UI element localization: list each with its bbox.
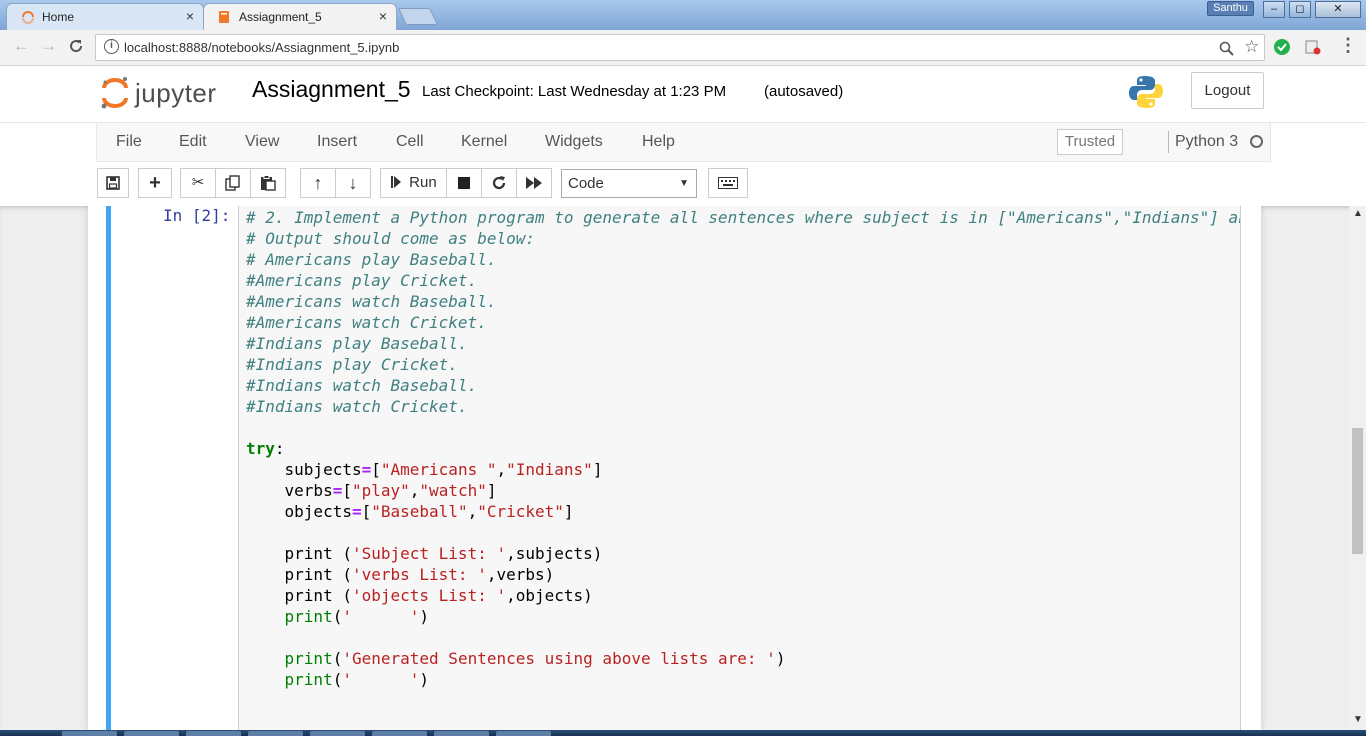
kernel-idle-indicator-icon <box>1250 135 1263 148</box>
scroll-down-icon[interactable]: ▼ <box>1353 714 1363 725</box>
arrow-up-icon: ↑ <box>313 173 323 193</box>
menu-cell[interactable]: Cell <box>396 133 424 151</box>
user-badge[interactable]: Santhu <box>1207 1 1254 16</box>
notebook-name[interactable]: Assiagnment_5 <box>252 76 411 103</box>
window-close-button[interactable]: ✕ <box>1315 1 1361 18</box>
taskbar-item[interactable] <box>186 731 241 736</box>
maximize-button[interactable]: ◻ <box>1289 1 1311 18</box>
extension-icon[interactable] <box>1305 39 1321 58</box>
os-taskbar <box>0 730 1366 736</box>
command-palette-button[interactable] <box>708 168 748 198</box>
tab-close-icon[interactable]: × <box>379 8 387 24</box>
notebook-icon <box>218 10 230 27</box>
paste-button[interactable] <box>250 168 286 198</box>
cut-button[interactable]: ✂ <box>180 168 216 198</box>
menubar: File Edit View Insert Cell Kernel Widget… <box>96 123 1271 162</box>
jupyter-header: jupyter Assiagnment_5 Last Checkpoint: L… <box>0 66 1366 122</box>
forward-icon[interactable]: → <box>40 36 57 56</box>
insert-cell-button[interactable]: + <box>138 168 172 198</box>
code-editor[interactable]: # 2. Implement a Python program to gener… <box>238 206 1241 730</box>
tab-close-icon[interactable]: × <box>186 8 194 24</box>
autosave-status: (autosaved) <box>764 83 844 100</box>
menu-kernel[interactable]: Kernel <box>461 133 507 151</box>
cell-type-select[interactable]: Code ▼ <box>561 169 697 198</box>
code-text[interactable]: # 2. Implement a Python program to gener… <box>246 207 1240 690</box>
back-icon[interactable]: ← <box>13 36 30 56</box>
keyboard-icon <box>718 176 738 193</box>
url-text[interactable]: localhost:8888/notebooks/Assiagnment_5.i… <box>124 40 399 55</box>
scissors-icon: ✂ <box>191 174 205 191</box>
taskbar-item[interactable] <box>62 731 117 736</box>
notebook-toolbar: + ✂ ↑ ↓ Run Code ▼ <box>96 167 1271 201</box>
jupyter-spinner-icon <box>21 10 35 27</box>
taskbar-item[interactable] <box>248 731 303 736</box>
scroll-up-icon[interactable]: ▲ <box>1353 208 1363 219</box>
new-tab-button[interactable] <box>398 8 438 25</box>
menu-view[interactable]: View <box>245 133 279 151</box>
info-icon[interactable]: i <box>104 39 119 54</box>
step-forward-icon <box>391 174 401 191</box>
save-button[interactable] <box>97 168 129 198</box>
taskbar-item[interactable] <box>434 731 489 736</box>
restart-icon <box>491 176 507 195</box>
tab-label: Home <box>42 10 75 24</box>
minimize-button[interactable]: – <box>1263 1 1285 18</box>
code-cell[interactable]: In [2]: # 2. Implement a Python program … <box>106 206 1245 730</box>
taskbar-item[interactable] <box>496 731 551 736</box>
copy-icon <box>225 175 241 195</box>
run-label: Run <box>409 174 437 191</box>
interrupt-button[interactable] <box>446 168 482 198</box>
chevron-down-icon: ▼ <box>679 178 689 189</box>
paste-icon <box>260 175 276 195</box>
jupyter-logo[interactable]: jupyter <box>100 74 235 110</box>
tab-home[interactable]: Home × <box>6 3 204 30</box>
menu-edit[interactable]: Edit <box>179 133 207 151</box>
logout-button[interactable]: Logout <box>1191 72 1264 109</box>
menu-help[interactable]: Help <box>642 133 675 151</box>
tab-label: Assiagnment_5 <box>239 10 322 24</box>
zoom-icon[interactable] <box>1219 41 1234 59</box>
scrollbar-thumb[interactable] <box>1352 428 1363 554</box>
browser-title-bar: Home × Assiagnment_5 × Santhu – ◻ ✕ <box>0 0 1366 30</box>
menubar-container: File Edit View Insert Cell Kernel Widget… <box>0 122 1366 206</box>
arrow-down-icon: ↓ <box>348 173 358 193</box>
taskbar-item[interactable] <box>372 731 427 736</box>
fast-forward-icon <box>526 176 542 193</box>
copy-button[interactable] <box>215 168 251 198</box>
notebook-container: In [2]: # 2. Implement a Python program … <box>88 206 1261 730</box>
taskbar-item[interactable] <box>310 731 365 736</box>
save-icon <box>106 176 120 194</box>
restart-button[interactable] <box>481 168 517 198</box>
run-button[interactable]: Run <box>380 168 447 198</box>
checkpoint-status: Last Checkpoint: Last Wednesday at 1:23 … <box>422 83 727 100</box>
restart-run-all-button[interactable] <box>516 168 552 198</box>
move-down-button[interactable]: ↓ <box>335 168 371 198</box>
address-bar-row: ← → i localhost:8888/notebooks/Assiagnme… <box>0 30 1366 66</box>
python-logo-icon <box>1128 74 1164 110</box>
menu-file[interactable]: File <box>116 133 142 151</box>
reload-icon[interactable] <box>68 36 84 59</box>
trusted-indicator[interactable]: Trusted <box>1057 129 1123 155</box>
extension-check-icon[interactable] <box>1273 38 1291 59</box>
bookmark-star-icon[interactable]: ☆ <box>1244 37 1259 57</box>
url-bar[interactable]: i localhost:8888/notebooks/Assiagnment_5… <box>95 34 1265 61</box>
plus-icon: + <box>149 172 161 194</box>
divider <box>1168 131 1169 153</box>
browser-menu-icon[interactable]: ⋮ <box>1339 35 1357 56</box>
page-scrollbar[interactable]: ▲ ▼ <box>1349 206 1366 730</box>
kernel-name[interactable]: Python 3 <box>1175 133 1238 151</box>
cell-type-value: Code <box>568 175 604 192</box>
menu-insert[interactable]: Insert <box>317 133 357 151</box>
jupyter-logo-text: jupyter <box>135 78 217 108</box>
stop-icon <box>458 176 470 193</box>
menu-widgets[interactable]: Widgets <box>545 133 603 151</box>
notebook-area: In [2]: # 2. Implement a Python program … <box>0 206 1366 730</box>
tab-notebook[interactable]: Assiagnment_5 × <box>203 3 397 30</box>
input-prompt: In [2]: <box>163 206 231 225</box>
move-up-button[interactable]: ↑ <box>300 168 336 198</box>
taskbar-item[interactable] <box>124 731 179 736</box>
